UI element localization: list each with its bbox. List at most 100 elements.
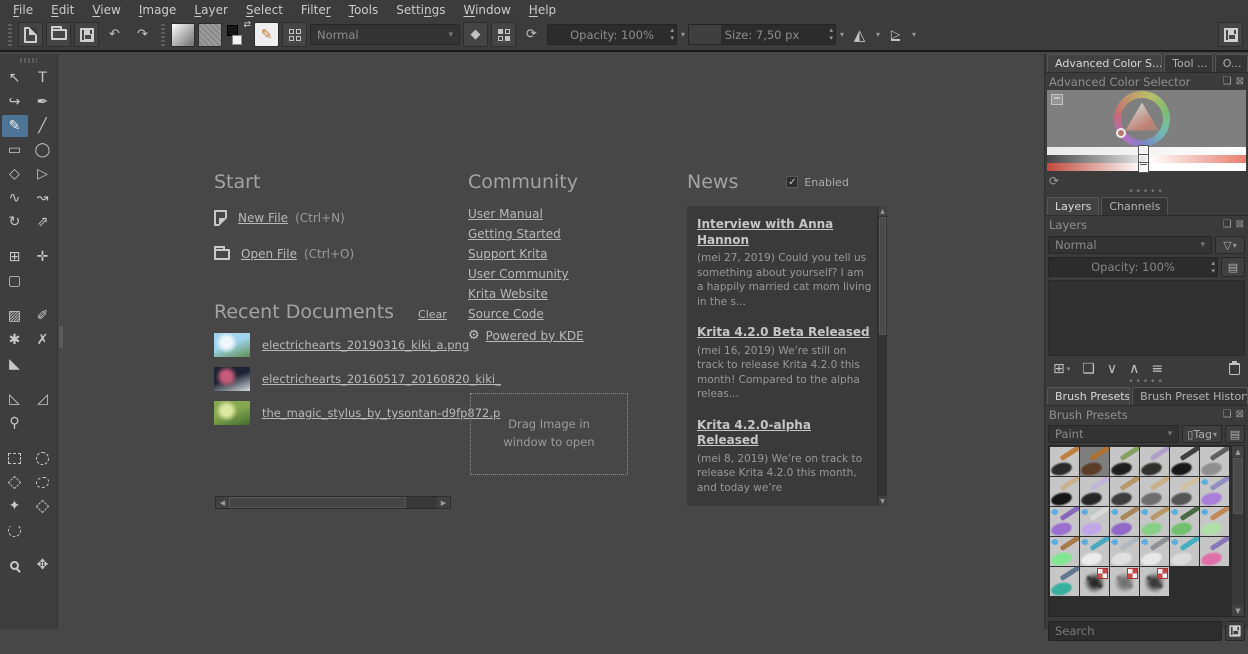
tool-rectangle[interactable]: ▭	[2, 139, 28, 161]
tool-measure[interactable]: ◿	[30, 388, 56, 410]
background-color-swatch[interactable]	[232, 35, 242, 45]
presets-scrollbar[interactable]: ▲ ▼	[1231, 446, 1244, 616]
menu-filter[interactable]: Filter	[292, 2, 340, 18]
save-button[interactable]	[74, 22, 99, 47]
brush-preset[interactable]	[1080, 567, 1109, 596]
brush-preset[interactable]	[1050, 477, 1079, 506]
community-link-user-manual[interactable]: User Manual	[468, 207, 648, 221]
tool-transform[interactable]: ⊞	[2, 246, 28, 268]
brush-preset[interactable]	[1140, 447, 1169, 476]
menu-window[interactable]: Window	[454, 2, 519, 18]
scroll-up-icon[interactable]: ▲	[878, 206, 887, 216]
community-link-getting-started[interactable]: Getting Started	[468, 227, 648, 241]
float-docker-icon[interactable]: ❏	[1223, 409, 1232, 420]
brush-preset[interactable]	[1080, 507, 1109, 536]
recent-docs-hscrollbar[interactable]: ◀ ▶	[215, 496, 451, 509]
tool-bezier-curve[interactable]: ∿	[2, 187, 28, 209]
new-file-row[interactable]: New File (Ctrl+N)	[214, 207, 464, 229]
scrollbar-track[interactable]	[229, 497, 437, 508]
undo-button[interactable]: ↶	[102, 22, 127, 47]
spin-arrows-icon[interactable]: ▴▾	[670, 26, 674, 42]
layer-opacity-slider[interactable]: Opacity: 100% ▴▾	[1048, 257, 1218, 277]
layer-properties-button[interactable]: ≡	[1151, 361, 1163, 377]
presets-display-mode-button[interactable]: ▤	[1225, 425, 1245, 443]
menu-file[interactable]: File	[4, 2, 42, 18]
advanced-color-selector[interactable]	[1047, 90, 1246, 147]
eraser-mode-button[interactable]: ◆	[463, 22, 488, 47]
brush-preset[interactable]	[1200, 447, 1229, 476]
brush-preset[interactable]	[1170, 507, 1199, 536]
menu-layer[interactable]: Layer	[185, 2, 236, 18]
community-link-support-krita[interactable]: Support Krita	[468, 247, 648, 261]
preserve-alpha-button[interactable]	[491, 22, 516, 47]
color-cursor[interactable]	[1116, 128, 1126, 138]
close-docker-icon[interactable]: ⊠	[1236, 219, 1244, 230]
brush-size-slider[interactable]: Size: 7,50 px ▴▾	[688, 24, 836, 45]
scroll-up-icon[interactable]: ▲	[1232, 446, 1244, 457]
brush-presets-popup-button[interactable]	[282, 22, 307, 47]
tab-brush-preset-history[interactable]: Brush Preset History	[1132, 387, 1248, 405]
recent-document-link[interactable]: electrichearts_20160517_20160820_kiki_	[262, 372, 501, 386]
recent-document-row[interactable]: the_magic_stylus_by_tysontan-d9fp872.p	[214, 401, 464, 425]
brush-preset[interactable]	[1170, 477, 1199, 506]
tool-reference-images[interactable]: ⚲	[2, 412, 28, 434]
docker-splitter[interactable]: •••••	[1045, 188, 1248, 197]
open-file-row[interactable]: Open File (Ctrl+O)	[214, 243, 464, 265]
drag-image-dropzone[interactable]: Drag Image in window to open	[470, 393, 628, 475]
tool-calligraphy[interactable]: ✒	[30, 91, 56, 113]
opacity-options-caret[interactable]: ▾	[681, 30, 685, 39]
tab-layers[interactable]: Layers	[1047, 197, 1099, 215]
docker-splitter[interactable]: •••••	[1045, 378, 1248, 387]
brush-preset[interactable]	[1050, 447, 1079, 476]
tool-crop[interactable]: ▢	[2, 270, 28, 292]
tool-polygon[interactable]: ◇	[2, 163, 28, 185]
scrollbar-thumb[interactable]	[879, 217, 886, 335]
mirror-vertical-button[interactable]: ▷	[883, 22, 908, 47]
tab-channels[interactable]: Channels	[1101, 197, 1168, 215]
scroll-down-icon[interactable]: ▼	[1232, 605, 1244, 616]
tool-text[interactable]: T	[30, 67, 56, 89]
tool-pan[interactable]: ✥	[30, 554, 56, 576]
color-history-button[interactable]: ⟳	[1049, 174, 1065, 188]
powered-by-kde-link[interactable]: Powered by KDE	[486, 329, 584, 343]
news-item-title[interactable]: Krita 4.2.0-alpha Released	[697, 418, 872, 449]
mirror-horizontal-button[interactable]: ◭	[847, 22, 872, 47]
tool-ellipse[interactable]: ◯	[30, 139, 56, 161]
news-scrollbar[interactable]: ▲ ▼	[877, 206, 887, 506]
tool-rect-select[interactable]	[2, 447, 28, 469]
tool-line[interactable]: ╱	[30, 115, 56, 137]
scrollbar-thumb[interactable]	[229, 497, 406, 508]
tool-similar-select[interactable]: ✦	[2, 495, 28, 517]
fg-bg-color-widget[interactable]: ⇄	[225, 22, 251, 48]
menu-edit[interactable]: Edit	[42, 2, 83, 18]
scrollbar-thumb[interactable]	[1233, 458, 1243, 514]
tool-multibrush[interactable]: ⇗	[30, 211, 56, 233]
toolbar-grip[interactable]	[161, 24, 165, 46]
reload-preset-button[interactable]: ⟳	[519, 22, 544, 47]
news-item-title[interactable]: Interview with Anna Hannon	[697, 217, 872, 248]
brush-editor-button[interactable]: ✎	[254, 22, 279, 47]
brush-preset[interactable]	[1050, 567, 1079, 596]
brush-preset[interactable]	[1110, 477, 1139, 506]
brush-preset[interactable]	[1200, 507, 1229, 536]
news-enabled-checkbox[interactable]: ✓	[786, 176, 798, 188]
size-options-caret[interactable]: ▾	[840, 30, 844, 39]
brush-preset[interactable]	[1200, 477, 1229, 506]
community-link-source-code[interactable]: Source Code	[468, 307, 648, 321]
tool-ellipse-select[interactable]	[30, 447, 56, 469]
menu-settings[interactable]: Settings	[387, 2, 454, 18]
menu-image[interactable]: Image	[130, 2, 186, 18]
brush-preset[interactable]	[1170, 537, 1199, 566]
preset-category-combo[interactable]: Paint ▾	[1048, 425, 1179, 443]
float-docker-icon[interactable]: ❏	[1223, 219, 1232, 230]
layer-filter-button[interactable]: ▽ ▾	[1215, 236, 1245, 254]
brush-preset[interactable]	[1050, 537, 1079, 566]
toolbox-grip[interactable]	[20, 58, 37, 63]
new-file-link[interactable]: New File	[238, 211, 288, 225]
menu-select[interactable]: Select	[237, 2, 292, 18]
add-layer-button[interactable]: ⊞▾	[1053, 361, 1070, 377]
open-file-link[interactable]: Open File	[241, 247, 297, 261]
news-item-title[interactable]: Krita 4.2.0 Beta Released	[697, 325, 872, 341]
move-layer-down-button[interactable]: ∨	[1107, 361, 1117, 377]
tool-fill[interactable]: ◣	[2, 353, 28, 375]
